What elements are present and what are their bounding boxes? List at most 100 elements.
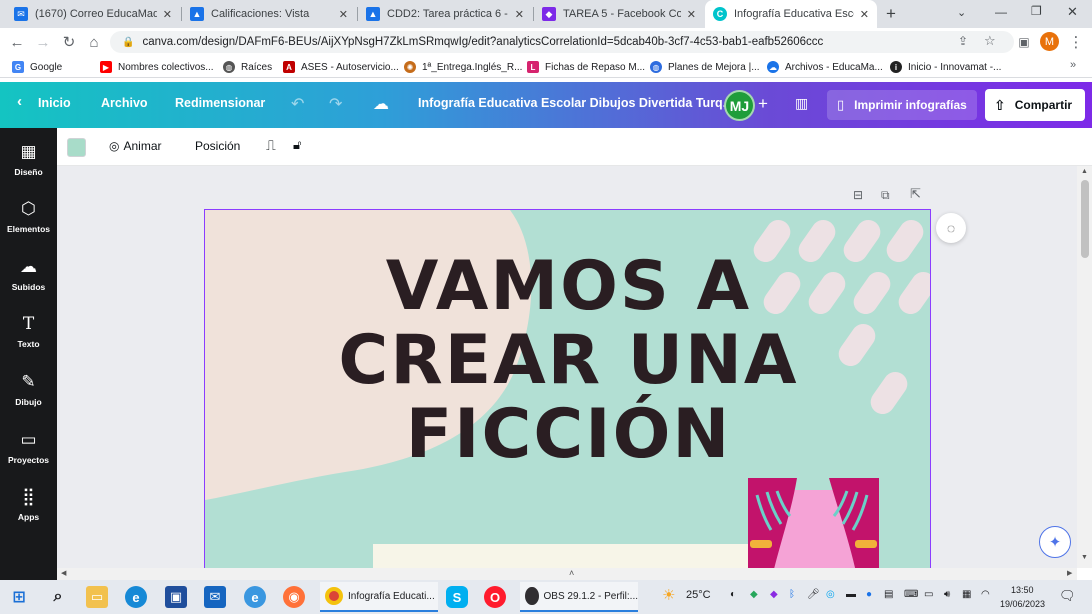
scrollbar-thumb[interactable] — [1081, 180, 1089, 258]
taskbar-chrome-task[interactable]: Infografía Educati... — [320, 582, 438, 612]
scroll-up-icon[interactable]: ▲ — [1081, 168, 1088, 175]
sidebar-item-design[interactable]: ▦ Diseño — [0, 140, 57, 192]
sidebar-item-elements[interactable]: ⬡ Elementos — [0, 197, 57, 249]
bookmark-google[interactable]: G Google — [12, 59, 62, 75]
unlock-icon[interactable]: 🔓︎ — [293, 137, 301, 153]
address-bar[interactable]: 🔒 canva.com/design/DAFmF6-BEUs/AijXYpNsg… — [110, 31, 1014, 53]
tray-app-icon[interactable]: ▬ — [846, 589, 856, 600]
clock-date[interactable]: 19/06/2023 — [1000, 599, 1045, 609]
star-icon[interactable]: ☆ — [984, 33, 996, 49]
sidebar-item-apps[interactable]: ⣿ Apps — [0, 485, 57, 537]
resize-button[interactable]: Redimensionar — [175, 96, 265, 110]
cloud-saved-icon[interactable]: ☁ — [373, 94, 389, 114]
home-link[interactable]: Inicio — [38, 96, 71, 110]
taskbar-obs-task[interactable]: OBS 29.1.2 - Perfil:... — [520, 582, 638, 612]
tray-app-icon[interactable]: ◐ — [730, 589, 736, 600]
chevron-up-icon[interactable]: ˄ — [569, 568, 574, 578]
close-window-icon[interactable]: ✕ — [1067, 4, 1078, 20]
bookmark-innovamat[interactable]: i Inicio - Innovamat -... — [890, 59, 1001, 75]
chevron-left-icon[interactable]: ‹ — [17, 93, 22, 110]
microphone-icon[interactable]: 🎤︎ — [807, 589, 820, 600]
magic-sparkle-icon[interactable]: ✦ — [1039, 526, 1071, 558]
bluetooth-icon[interactable]: ᛒ — [789, 589, 795, 600]
menu-icon[interactable]: ⋮ — [1066, 32, 1086, 52]
search-icon[interactable]: ⌕ — [47, 586, 69, 608]
firefox-icon[interactable]: ◉ — [283, 586, 305, 608]
bookmark-raices[interactable]: ◍ Raíces — [223, 59, 272, 75]
tab-cdd2[interactable]: ▲ CDD2: Tarea práctica 6 - Nivel ✕ — [358, 0, 532, 28]
sidebar-item-text[interactable]: T Texto — [0, 312, 57, 364]
side-panel-icon[interactable]: ▣ — [1014, 32, 1034, 52]
scroll-left-icon[interactable]: ◀ — [61, 569, 66, 577]
duplicate-page-icon[interactable]: ⧉ — [881, 188, 890, 203]
design-page[interactable]: VAMOS A CREAR UNA FICCIÓN — [204, 209, 931, 568]
home-icon[interactable]: ⌂ — [84, 32, 104, 52]
wifi-icon[interactable]: ◠ — [981, 589, 990, 600]
tray-app-icon[interactable]: ⌨ — [904, 589, 918, 600]
animate-button[interactable]: ◎ Animar — [109, 139, 162, 153]
bookmark-planes[interactable]: ◍ Planes de Mejora |... — [650, 59, 760, 75]
volume-icon[interactable]: 🔊︎ — [944, 589, 950, 600]
sidebar-item-uploads[interactable]: ☁ Subidos — [0, 255, 57, 307]
share-button[interactable]: ⇧ Compartir — [985, 89, 1085, 121]
profile-avatar[interactable]: M — [1040, 32, 1059, 51]
tray-app-icon[interactable]: ● — [866, 589, 872, 600]
share-page-icon[interactable]: ⇪ — [958, 34, 968, 48]
mail-icon[interactable]: ✉ — [204, 586, 226, 608]
vertical-scrollbar[interactable]: ▲ ▼ — [1077, 166, 1092, 568]
tab-correo[interactable]: ✉ (1670) Correo EducaMadrid ✕ — [6, 0, 180, 28]
bookmark-nombres[interactable]: ▶ Nombres colectivos... — [100, 59, 214, 75]
print-infographics-button[interactable]: ▯ Imprimir infografías — [827, 90, 977, 120]
position-button[interactable]: Posición — [195, 139, 240, 153]
avatar[interactable]: MJ — [724, 90, 755, 121]
weather-icon[interactable]: ☀ — [662, 586, 675, 604]
skype-icon[interactable]: S — [446, 586, 468, 608]
minimize-icon[interactable]: — — [995, 5, 1007, 19]
bookmark-entrega[interactable]: ✺ 1ª_Entrega.Inglés_R... — [404, 59, 522, 75]
new-tab-button[interactable]: + — [886, 4, 896, 24]
forward-icon[interactable]: → — [33, 32, 53, 52]
comment-icon[interactable]: ◌ — [936, 213, 966, 243]
tab-search-icon[interactable]: ⌄ — [957, 6, 966, 19]
tab-infografia[interactable]: C Infografía Educativa Escolar ✕ — [705, 0, 877, 28]
tray-app-icon[interactable]: ▤ — [884, 589, 893, 600]
close-icon[interactable]: ✕ — [687, 8, 696, 21]
bookmark-fichas[interactable]: L Fichas de Repaso M... — [527, 59, 645, 75]
more-bookmarks-icon[interactable]: » — [1070, 59, 1076, 71]
bookmark-archivos[interactable]: ☁ Archivos - EducaMa... — [767, 59, 883, 75]
weather-temperature[interactable]: 25°C — [686, 589, 711, 601]
page-title[interactable]: VAMOS A CREAR UNA FICCIÓN — [205, 250, 930, 472]
back-icon[interactable]: ← — [7, 32, 27, 52]
tray-app-icon[interactable]: ▭ — [924, 589, 933, 600]
insights-icon[interactable]: ▥ — [795, 95, 808, 112]
add-page-icon[interactable]: ⇱ — [910, 186, 921, 202]
bookmark-ases[interactable]: A ASES - Autoservicio... — [283, 59, 399, 75]
redo-icon[interactable]: ↷ — [329, 94, 342, 114]
sidebar-item-projects[interactable]: ▭ Proyectos — [0, 428, 57, 480]
tray-app-icon[interactable]: ◎ — [826, 589, 835, 600]
notifications-icon[interactable]: 🗨︎ — [1059, 588, 1076, 604]
network-icon[interactable]: ▦ — [962, 589, 971, 600]
store-icon[interactable]: ▣ — [165, 586, 187, 608]
paint-roller-icon[interactable]: ⎍ — [266, 137, 276, 154]
edge-icon[interactable]: e — [125, 586, 147, 608]
internet-explorer-icon[interactable]: e — [244, 586, 266, 608]
file-menu[interactable]: Archivo — [101, 96, 148, 110]
scroll-right-icon[interactable]: ▶ — [1067, 569, 1072, 577]
document-title[interactable]: Infografía Educativa Escolar Dibujos Div… — [418, 96, 733, 110]
color-swatch[interactable] — [67, 138, 86, 157]
canvas-workspace[interactable]: ⊟ ⧉ ⇱ ◌ VAMOS A CREAR UNA FICCIÓN ✦ — [57, 166, 1077, 568]
windows-start-icon[interactable]: ⊞ — [8, 586, 30, 608]
scroll-down-icon[interactable]: ▼ — [1081, 554, 1088, 561]
close-icon[interactable]: ✕ — [163, 8, 172, 21]
file-explorer-icon[interactable]: ▭ — [86, 586, 108, 608]
clock-time[interactable]: 13:50 — [1011, 585, 1034, 595]
lock-page-icon[interactable]: ⊟ — [853, 188, 863, 202]
add-collaborator-icon[interactable]: + — [758, 94, 768, 114]
tray-app-icon[interactable]: ◆ — [750, 589, 758, 600]
close-icon[interactable]: ✕ — [339, 8, 348, 21]
horizontal-scrollbar[interactable]: ◀ ˄ ▶ — [57, 568, 1077, 580]
reload-icon[interactable]: ↻ — [59, 32, 79, 52]
tab-tarea5[interactable]: ◆ TAREA 5 - Facebook Cover ✕ — [534, 0, 704, 28]
undo-icon[interactable]: ↶ — [291, 94, 304, 114]
